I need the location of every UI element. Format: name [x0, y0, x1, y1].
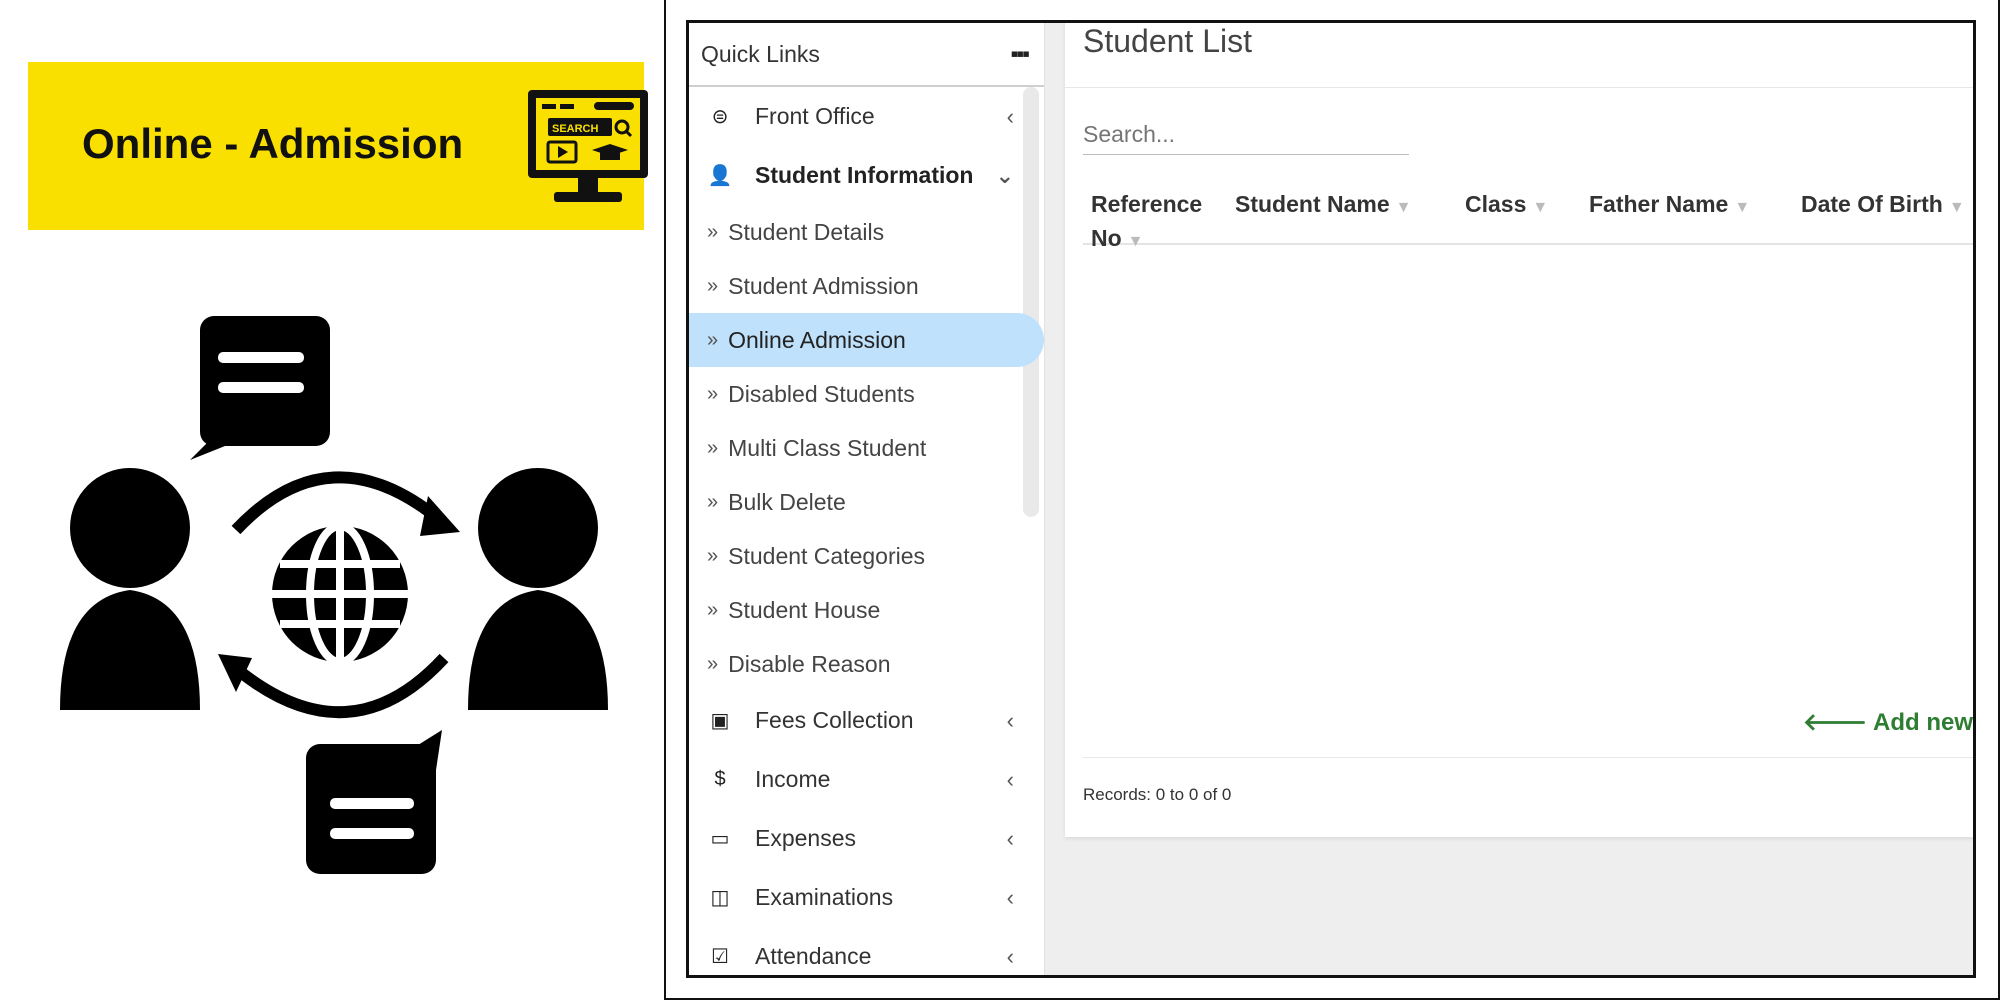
dollar-icon: $	[714, 768, 726, 790]
column-label: Date Of Birth	[1801, 191, 1943, 217]
table-header: Reference No ▼ Student Name ▼ Class ▼ Fathe…	[1083, 165, 1973, 251]
sidebar-item-label: Student Admission	[728, 272, 919, 299]
double-chevron-icon: »	[707, 652, 719, 675]
sidebar-item-label: Disable Reason	[728, 650, 891, 677]
double-chevron-icon: »	[707, 436, 719, 459]
divider	[1083, 757, 1973, 758]
chevron-left-icon: ‹	[1006, 884, 1014, 910]
sidebar-item-student-categories[interactable]: » Student Categories	[689, 529, 1044, 583]
app-window: Quick Links ▪▪▪ ⊜ Front Office ‹ 👤 Stude…	[686, 20, 1976, 978]
computer-search-icon: SEARCH	[528, 90, 648, 202]
records-count: Records: 0 to 0 of 0	[1083, 785, 1232, 804]
sort-caret-icon: ▼	[1532, 199, 1549, 216]
speech-bubble-top-icon	[190, 316, 330, 460]
sidebar-item-label: Online Admission	[728, 326, 906, 353]
person-right-icon	[468, 468, 608, 710]
title-banner: Online - Admission SEARCH	[28, 62, 648, 230]
double-chevron-icon: »	[707, 328, 719, 351]
sidebar-item-disable-reason[interactable]: » Disable Reason	[689, 637, 1044, 691]
person-left-icon	[60, 468, 200, 710]
chevron-left-icon: ‹	[1006, 766, 1014, 792]
sidebar-item-examinations[interactable]: ◫ Examinations ‹	[689, 868, 1044, 927]
chevron-down-icon: ⌄	[995, 162, 1014, 188]
sidebar-item-label: Fees Collection	[755, 707, 914, 733]
sidebar-item-label: Disabled Students	[728, 380, 915, 407]
page-title: Student List	[1083, 23, 1252, 59]
sidebar-item-student-details[interactable]: » Student Details	[689, 205, 1044, 259]
add-new-label: Add new	[1873, 709, 1973, 736]
map-icon: ◫	[710, 887, 730, 909]
column-label: Student Name	[1235, 191, 1390, 217]
search-label: SEARCH	[552, 123, 599, 135]
double-chevron-icon: »	[707, 598, 719, 621]
tv-icon: ⊜	[711, 106, 729, 128]
people-exchange-illustration	[60, 316, 608, 874]
credit-card-icon: ▭	[710, 828, 730, 850]
double-chevron-icon: »	[707, 220, 719, 243]
user-plus-icon: 👤	[707, 165, 733, 187]
sidebar-item-online-admission[interactable]: » Online Admission	[689, 313, 1044, 367]
chevron-left-icon: ‹	[1006, 103, 1014, 129]
sidebar-item-student-information[interactable]: 👤 Student Information ⌄	[689, 146, 1044, 205]
sidebar-item-student-admission[interactable]: » Student Admission	[689, 259, 1044, 313]
speech-bubble-bottom-icon	[306, 730, 442, 874]
search-input[interactable]	[1083, 115, 1409, 155]
double-chevron-icon: »	[707, 382, 719, 405]
sidebar-item-income[interactable]: $ Income ‹	[689, 750, 1044, 809]
sidebar-item-expenses[interactable]: ▭ Expenses ‹	[689, 809, 1044, 868]
sidebar-item-disabled-students[interactable]: » Disabled Students	[689, 367, 1044, 421]
sidebar: Quick Links ▪▪▪ ⊜ Front Office ‹ 👤 Stude…	[689, 23, 1045, 975]
sidebar-item-label: Expenses	[755, 825, 857, 851]
main-content: Student List Reference No▼ Student Name▼…	[1045, 23, 1973, 975]
sidebar-item-student-house[interactable]: » Student House	[689, 583, 1044, 637]
sidebar-item-label: Bulk Delete	[728, 488, 846, 515]
column-header-class[interactable]: Class ▼	[1465, 187, 1548, 225]
column-header-date-of-birth[interactable]: Date Of Birth ▼	[1801, 187, 1965, 225]
sidebar-item-label: Student House	[728, 596, 881, 623]
grid-icon[interactable]: ▪▪▪	[1011, 41, 1030, 67]
sidebar-item-label: Income	[755, 766, 831, 792]
chevron-left-icon: ‹	[1006, 825, 1014, 851]
sort-caret-icon: ▼	[1395, 199, 1412, 216]
double-chevron-icon: »	[707, 490, 719, 513]
globe-icon	[272, 522, 408, 666]
student-list-card: Student List Reference No▼ Student Name▼…	[1065, 23, 1973, 837]
quick-links-label: Quick Links	[701, 40, 820, 67]
column-label: Father Name	[1589, 191, 1729, 217]
sidebar-item-label: Attendance	[755, 943, 872, 969]
page: Online - Admission SEARCH Quick Links ▪▪…	[0, 0, 2000, 1000]
sidebar-item-label: Student Information	[755, 162, 974, 188]
sidebar-item-label: Student Details	[728, 218, 885, 245]
sidebar-item-label: Multi Class Student	[728, 434, 927, 461]
sort-caret-icon: ▼	[1734, 199, 1751, 216]
column-header-student-name[interactable]: Student Name ▼	[1235, 187, 1411, 225]
calendar-check-icon: ☑	[711, 946, 729, 968]
sidebar-item-multi-class-student[interactable]: » Multi Class Student	[689, 421, 1044, 475]
chevron-left-icon: ‹	[1006, 707, 1014, 733]
double-chevron-icon: »	[707, 544, 719, 567]
divider	[1065, 87, 1973, 88]
column-header-reference-no[interactable]: Reference No ▼	[1091, 187, 1211, 259]
sidebar-nav: ⊜ Front Office ‹ 👤 Student Information ⌄…	[689, 87, 1044, 975]
sidebar-item-label: Student Categories	[728, 542, 926, 569]
double-chevron-icon: »	[707, 274, 719, 297]
column-label: Class	[1465, 191, 1527, 217]
sort-caret-icon: ▼	[1127, 233, 1144, 250]
sidebar-item-fees-collection[interactable]: ▣ Fees Collection ‹	[689, 691, 1044, 750]
add-new-button[interactable]: 🡐 Add new	[1803, 707, 1973, 737]
sidebar-item-attendance[interactable]: ☑ Attendance ‹	[689, 927, 1044, 975]
money-icon: ▣	[710, 710, 730, 732]
arrow-left-icon: 🡐	[1802, 709, 1868, 736]
quick-links[interactable]: Quick Links ▪▪▪	[689, 23, 1044, 87]
sidebar-item-label: Front Office	[755, 103, 875, 129]
sidebar-item-label: Examinations	[755, 884, 894, 910]
sort-caret-icon: ▼	[1948, 199, 1965, 216]
sidebar-item-front-office[interactable]: ⊜ Front Office ‹	[689, 87, 1044, 146]
chevron-left-icon: ‹	[1006, 943, 1014, 969]
banner-title: Online - Admission	[82, 120, 464, 167]
column-label: Reference No	[1091, 191, 1203, 251]
column-header-father-name[interactable]: Father Name ▼	[1589, 187, 1750, 225]
sidebar-item-bulk-delete[interactable]: » Bulk Delete	[689, 475, 1044, 529]
